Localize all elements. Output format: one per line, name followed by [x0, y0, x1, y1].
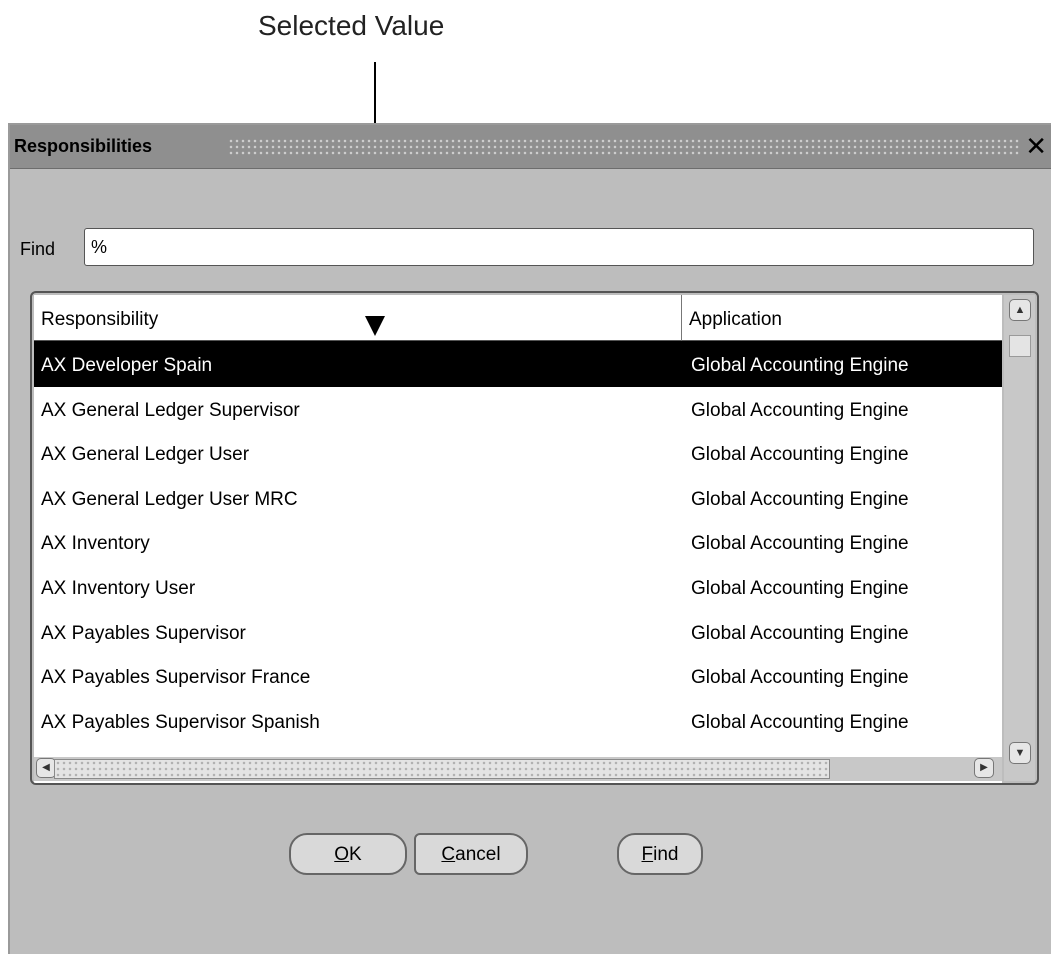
ok-button[interactable]: OK: [289, 833, 407, 875]
find-button[interactable]: Find: [617, 833, 703, 875]
application-cell: Global Accounting Engine: [691, 667, 909, 689]
table-row[interactable]: AX General Ledger Supervisor Global Accou…: [34, 386, 1002, 432]
responsibility-cell: AX Payables Supervisor: [41, 622, 246, 644]
application-cell: Global Accounting Engine: [691, 533, 909, 555]
annotation-arrow-head: [365, 316, 385, 336]
close-icon[interactable]: ✕: [1025, 131, 1047, 161]
title-bar[interactable]: Responsibilities ✕: [10, 125, 1051, 169]
column-header-application[interactable]: Application: [682, 295, 1002, 341]
responsibility-cell: AX Inventory User: [41, 578, 196, 599]
cancel-button[interactable]: Cancel: [414, 833, 528, 875]
responsibility-cell: AX General Ledger User: [41, 444, 250, 466]
scroll-down-icon[interactable]: ▼: [1009, 742, 1031, 764]
responsibility-cell: AX Inventory: [41, 533, 150, 555]
title-bar-grip: [228, 138, 1019, 156]
dialog-title: Responsibilities: [14, 136, 153, 156]
find-input[interactable]: [84, 228, 1034, 266]
responsibility-cell: AX Developer Spain: [41, 355, 213, 376]
application-cell: Global Accounting Engine: [691, 399, 909, 421]
responsibility-cell: AX Payables Supervisor Spanish: [41, 711, 320, 733]
horizontal-scroll-thumb[interactable]: [54, 759, 830, 779]
responsibilities-dialog: Responsibilities ✕ Find Responsibility A…: [8, 123, 1051, 954]
vertical-scroll-thumb[interactable]: [1009, 335, 1031, 357]
table-row[interactable]: AX Inventory Global Accounting Engine: [34, 519, 1002, 565]
table-row[interactable]: AX Payables Supervisor France Global Acco…: [34, 653, 1002, 699]
scroll-left-icon[interactable]: ◀: [36, 758, 56, 778]
table-row[interactable]: AX Payables Supervisor Global Accounting …: [34, 609, 1002, 655]
column-header-responsibility[interactable]: Responsibility: [34, 295, 682, 341]
application-cell: Global Accounting Engine: [691, 488, 909, 510]
table-row[interactable]: AX Developer Spain Global Accounting Engi…: [34, 341, 1002, 387]
responsibility-cell: AX General Ledger User MRC: [41, 488, 298, 510]
find-label: Find: [20, 239, 56, 259]
application-cell: Global Accounting Engine: [691, 711, 909, 733]
application-cell: Global Accounting Engine: [691, 622, 909, 644]
application-cell: Global Accounting Engine: [691, 355, 909, 376]
vertical-scrollbar[interactable]: ▲ ▼: [1004, 295, 1035, 781]
results-grid: Responsibility Application AX Developer …: [30, 291, 1039, 785]
responsibility-cell: AX General Ledger Supervisor: [41, 399, 300, 421]
horizontal-scrollbar[interactable]: ◀ ▶: [34, 757, 1002, 781]
table-row[interactable]: AX Payables Supervisor Spanish Global Acc…: [34, 698, 1002, 744]
annotation-label: Selected Value: [258, 10, 445, 41]
application-cell: Global Accounting Engine: [691, 578, 909, 599]
table-row[interactable]: AX General Ledger User MRC Global Account…: [34, 475, 1002, 521]
scroll-up-icon[interactable]: ▲: [1009, 299, 1031, 321]
table-row[interactable]: AX General Ledger User Global Accounting …: [34, 430, 1002, 476]
grid-body: Responsibility Application AX Developer …: [34, 295, 1002, 783]
application-cell: Global Accounting Engine: [691, 444, 909, 466]
scroll-right-icon[interactable]: ▶: [974, 758, 994, 778]
table-row[interactable]: AX Inventory User Global Accounting Engin…: [34, 564, 1002, 610]
responsibility-cell: AX Payables Supervisor France: [41, 667, 311, 689]
